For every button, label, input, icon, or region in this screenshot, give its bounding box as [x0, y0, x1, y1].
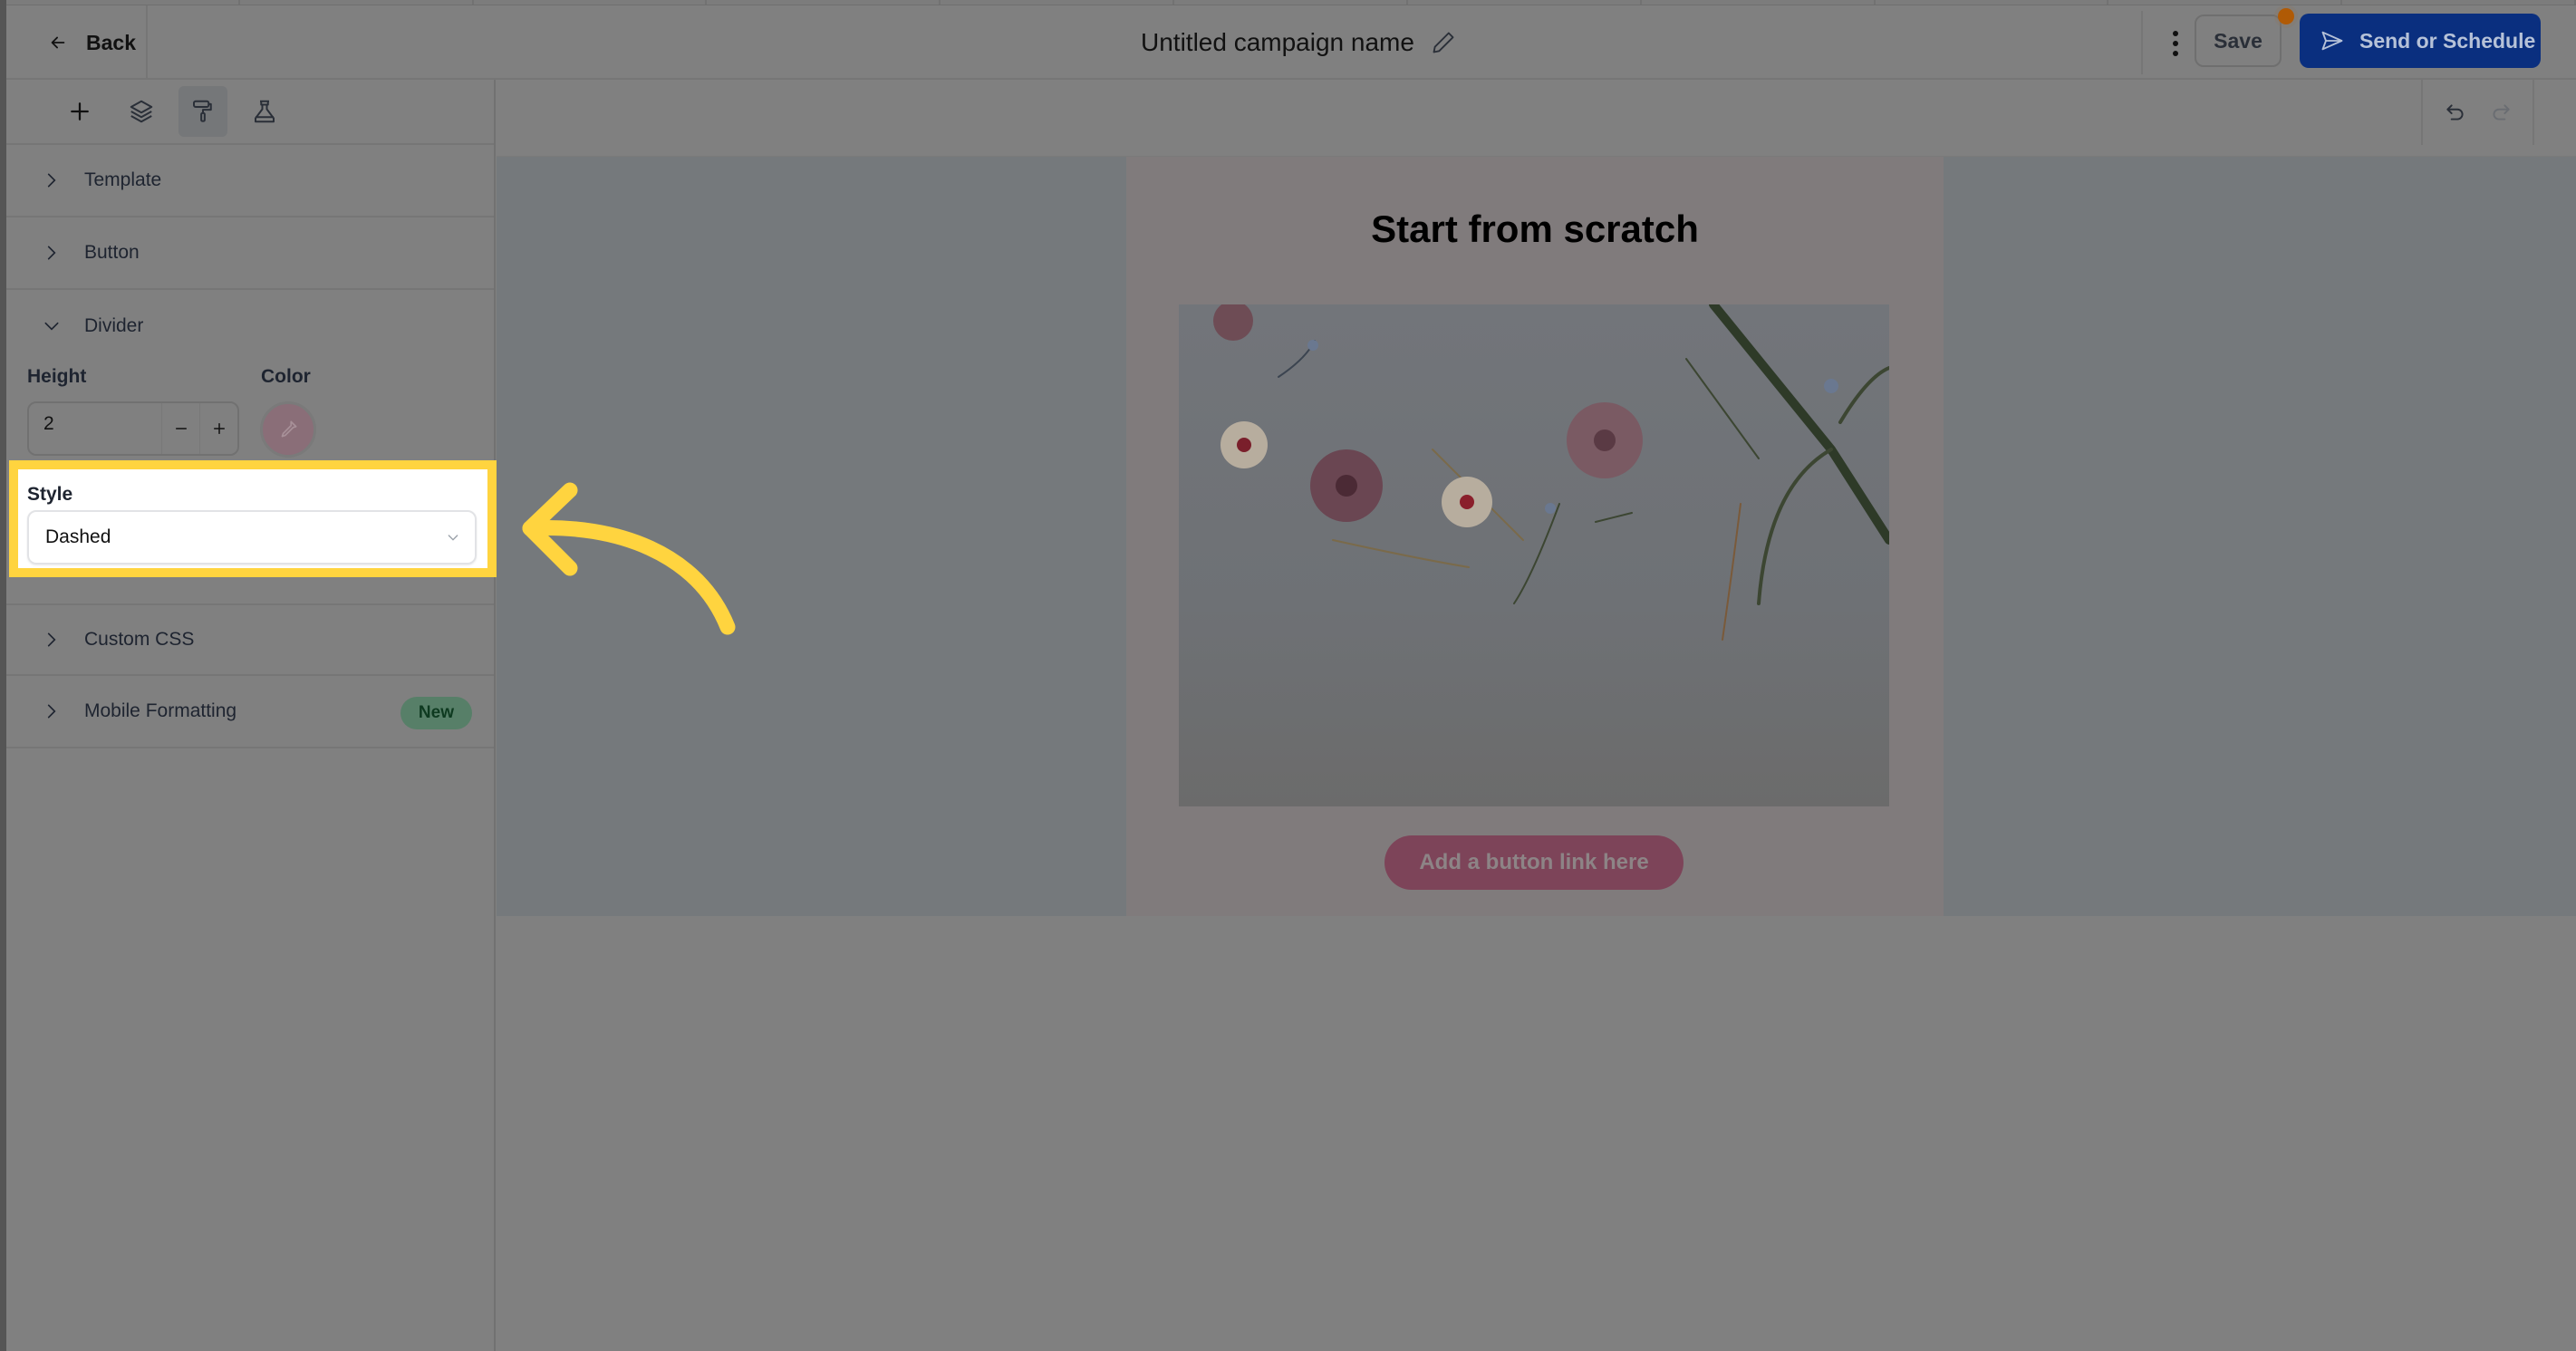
- color-label: Color: [261, 366, 311, 387]
- send-label: Send or Schedule: [2359, 28, 2536, 53]
- email-heading[interactable]: Start from scratch: [1126, 207, 1944, 251]
- plus-icon: [213, 423, 225, 434]
- style-button[interactable]: [178, 86, 227, 137]
- cta-button[interactable]: Add a button link here: [1384, 835, 1684, 890]
- pencil-icon[interactable]: [1431, 30, 1456, 55]
- minus-icon: [175, 428, 187, 429]
- email-background: Start from scratch Add a button link her…: [497, 157, 2576, 916]
- section-label: Button: [84, 242, 140, 263]
- style-field: Style Dashed: [18, 469, 487, 568]
- email-body[interactable]: Start from scratch Add a button link her…: [1126, 157, 1944, 916]
- panel-toolbar: [6, 80, 494, 145]
- top-bar: Back Untitled campaign name Save Send or…: [6, 5, 2576, 80]
- section-label: Custom CSS: [84, 629, 195, 650]
- more-options-button[interactable]: [2166, 25, 2185, 62]
- save-button[interactable]: Save: [2195, 14, 2282, 67]
- layers-button[interactable]: [117, 86, 166, 137]
- style-label: Style: [27, 484, 73, 505]
- lower-sections: Custom CSS Mobile Formatting New: [6, 603, 494, 748]
- style-dropdown[interactable]: Dashed: [27, 510, 477, 565]
- style-value: Dashed: [45, 526, 111, 547]
- undo-icon[interactable]: [2444, 101, 2467, 124]
- section-label: Divider: [84, 315, 144, 336]
- highlight-box: Style Dashed: [9, 460, 497, 577]
- chevron-right-icon: [47, 246, 56, 260]
- layers-icon: [130, 100, 153, 123]
- campaign-title[interactable]: Untitled campaign name: [1141, 5, 1456, 80]
- separator: [2141, 11, 2143, 74]
- plus-icon: [71, 102, 89, 121]
- flask-icon: [255, 100, 275, 123]
- canvas-toolbar: [497, 80, 2576, 157]
- section-custom-css[interactable]: Custom CSS: [6, 603, 494, 676]
- height-value[interactable]: 2: [29, 413, 161, 435]
- test-button[interactable]: [240, 86, 289, 137]
- window-edge: [0, 0, 6, 1351]
- decrement-button[interactable]: [161, 403, 199, 454]
- color-picker[interactable]: [260, 401, 316, 458]
- section-divider[interactable]: Divider: [6, 290, 494, 362]
- paint-roller-icon: [193, 100, 212, 122]
- section-button[interactable]: Button: [6, 217, 494, 290]
- section-mobile-formatting[interactable]: Mobile Formatting New: [6, 676, 494, 748]
- send-or-schedule-button[interactable]: Send or Schedule: [2300, 14, 2541, 68]
- arrow-left-icon: [51, 36, 65, 49]
- chevron-down-icon: [448, 535, 458, 541]
- increment-button[interactable]: [199, 403, 237, 454]
- eyedropper-icon: [281, 420, 297, 438]
- section-template[interactable]: Template: [6, 145, 494, 217]
- new-badge: New: [400, 697, 472, 729]
- height-stepper[interactable]: 2: [27, 401, 239, 456]
- chevron-right-icon: [47, 704, 56, 719]
- add-block-button[interactable]: [55, 86, 104, 137]
- section-label: Mobile Formatting: [84, 700, 237, 721]
- campaign-title-text: Untitled campaign name: [1141, 28, 1414, 56]
- settings-panel: Template Button Divider Height Color 2 C…: [6, 80, 496, 1351]
- dot-icon: [2173, 51, 2178, 56]
- section-label: Template: [84, 169, 162, 190]
- dot-icon: [2173, 31, 2178, 36]
- chevron-right-icon: [47, 173, 56, 188]
- dot-icon: [2173, 41, 2178, 46]
- history-controls: [2421, 80, 2534, 145]
- send-icon: [2321, 31, 2343, 51]
- back-label: Back: [86, 30, 136, 54]
- chevron-right-icon: [47, 632, 56, 647]
- back-button[interactable]: Back: [6, 5, 148, 80]
- editor-canvas: Start from scratch Add a button link her…: [497, 80, 2576, 1351]
- height-label: Height: [27, 366, 87, 387]
- chevron-down-icon: [44, 322, 59, 331]
- flowers-image-icon: [1213, 304, 1889, 641]
- redo-icon[interactable]: [2489, 101, 2513, 124]
- unsaved-indicator-dot: [2278, 8, 2294, 24]
- annotation-arrow-icon: [522, 482, 736, 635]
- hero-image[interactable]: [1179, 304, 1889, 806]
